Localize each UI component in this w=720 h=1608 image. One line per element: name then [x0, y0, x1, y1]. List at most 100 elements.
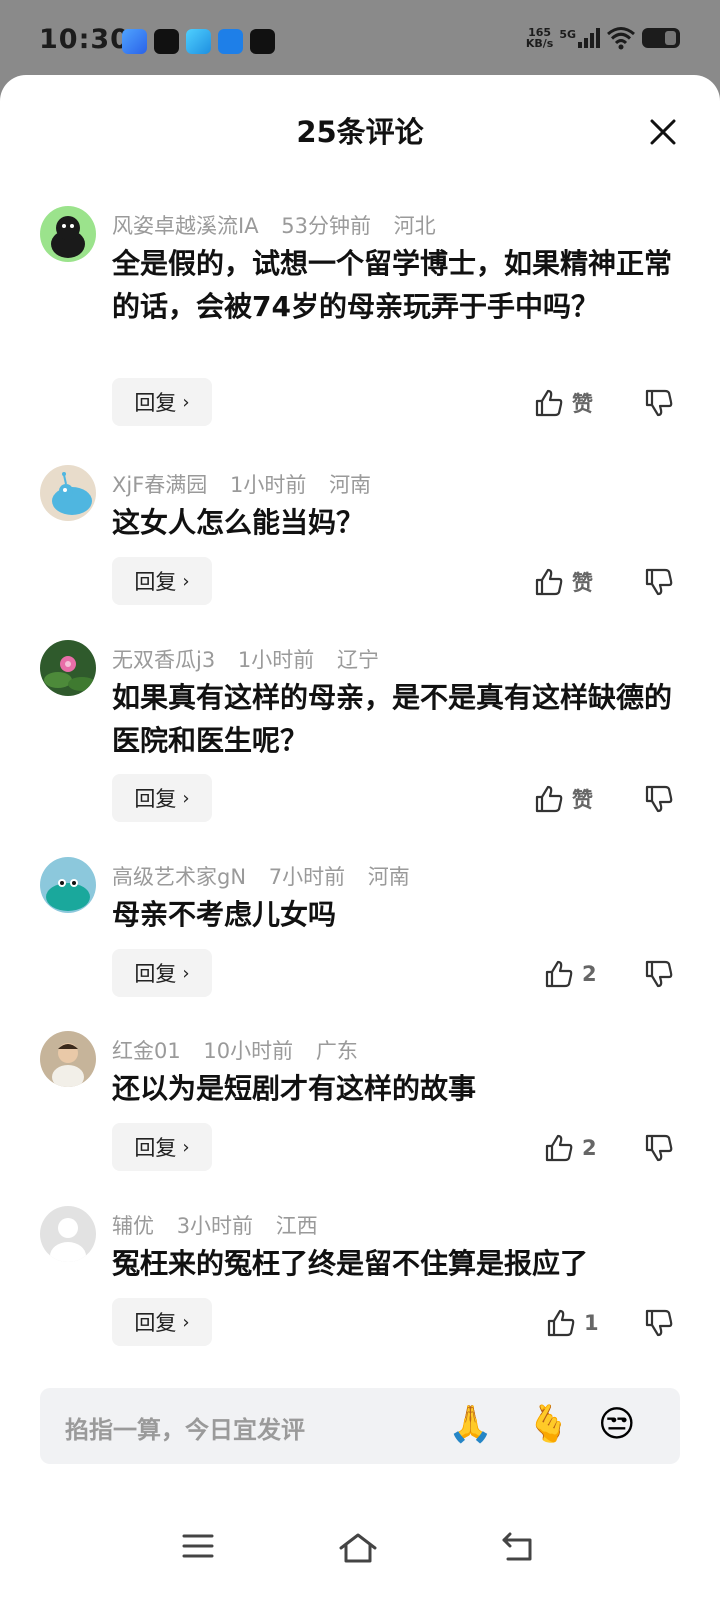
pray-emoji-button[interactable]: 🙏 — [448, 1405, 493, 1445]
avatar[interactable] — [40, 857, 96, 913]
comment-meta: 无双香瓜j3 1小时前 辽宁 — [112, 644, 395, 674]
thumbs-down-icon[interactable] — [644, 1133, 674, 1163]
comment-location: 河南 — [329, 473, 372, 497]
reply-button[interactable]: 回复 › — [112, 949, 212, 997]
menu-icon[interactable] — [182, 1532, 214, 1560]
comment-time: 7小时前 — [268, 865, 346, 889]
comment-location: 河南 — [367, 865, 410, 889]
like-count: 1 — [584, 1311, 599, 1335]
comment-location: 广东 — [315, 1039, 358, 1063]
comment-sheet: 25条评论 风姿卓越溪流IA 53分钟前 河北 全是假的，试想一个留学博士，如果… — [0, 75, 720, 1608]
comment-time: 10小时前 — [203, 1039, 294, 1063]
thumbs-down-icon[interactable] — [644, 784, 674, 814]
comment-item: XjF春满园 1小时前 河南 这女人怎么能当妈？ 回复 › 赞 — [0, 465, 720, 605]
like-count: 2 — [582, 962, 597, 986]
heart-hand-emoji-button[interactable]: 🫰 — [526, 1405, 571, 1445]
telegram-icon — [186, 29, 211, 54]
comment-meta: 风姿卓越溪流IA 53分钟前 河北 — [112, 210, 452, 240]
comment-username[interactable]: 红金01 — [112, 1039, 181, 1063]
like-button[interactable]: 1 — [546, 1308, 599, 1338]
chevron-right-icon: › — [182, 962, 190, 984]
comment-text: 母亲不考虑儿女吗 — [112, 898, 337, 931]
thumbs-down-icon[interactable] — [644, 388, 674, 418]
like-count: 赞 — [572, 392, 593, 416]
home-icon[interactable] — [338, 1532, 378, 1564]
comment-item: 高级艺术家gN 7小时前 河南 母亲不考虑儿女吗 回复 › 2 — [0, 857, 720, 997]
close-icon[interactable] — [646, 115, 680, 149]
avatar[interactable] — [40, 465, 96, 521]
reply-button[interactable]: 回复 › — [112, 378, 212, 426]
back-icon[interactable] — [500, 1532, 534, 1562]
like-button[interactable]: 赞 — [534, 784, 593, 814]
avatar[interactable] — [40, 1031, 96, 1087]
comment-location: 江西 — [275, 1214, 318, 1238]
reply-button[interactable]: 回复 › — [112, 1123, 212, 1171]
like-count: 赞 — [572, 571, 593, 595]
like-button[interactable]: 赞 — [534, 567, 593, 597]
comment-item: 无双香瓜j3 1小时前 辽宁 如果真有这样的母亲，是不是真有这样缺德的医院和医生… — [0, 640, 720, 822]
thumbs-down-icon[interactable] — [644, 1308, 674, 1338]
wifi-icon — [607, 27, 635, 50]
comment-username[interactable]: 高级艺术家gN — [112, 865, 246, 889]
chevron-right-icon: › — [182, 391, 190, 413]
comment-time: 3小时前 — [176, 1214, 254, 1238]
comment-text: 全是假的，试想一个留学博士，如果精神正常的话，会被74岁的母亲玩弄于手中吗？ — [112, 247, 673, 323]
comment-meta: 红金01 10小时前 广东 — [112, 1035, 374, 1065]
status-indicators: 165 KB/s 5G — [526, 26, 680, 50]
comment-location: 辽宁 — [336, 648, 379, 672]
status-bar: 10:30 165 KB/s 5G — [0, 0, 720, 80]
comment-meta: 高级艺术家gN 7小时前 河南 — [112, 861, 426, 891]
avatar[interactable] — [40, 1206, 96, 1262]
reply-button[interactable]: 回复 › — [112, 557, 212, 605]
chevron-right-icon: › — [182, 570, 190, 592]
comment-time: 53分钟前 — [281, 214, 371, 238]
unamused-emoji-button[interactable]: 😒 — [598, 1405, 636, 1445]
thumbs-down-icon[interactable] — [644, 567, 674, 597]
like-count: 2 — [582, 1136, 597, 1160]
comment-meta: 辅优 3小时前 江西 — [112, 1210, 334, 1240]
comment-count-title: 25条评论 — [296, 115, 424, 149]
thumbs-up-icon — [535, 785, 563, 813]
comment-input-placeholder: 掐指一算，今日宜发评 — [65, 1416, 305, 1444]
signal-icon: 5G — [559, 28, 600, 48]
like-button[interactable]: 2 — [544, 1133, 597, 1163]
thumbs-up-icon — [535, 568, 563, 596]
comment-username[interactable]: XjF春满园 — [112, 473, 207, 497]
comment-meta: XjF春满园 1小时前 河南 — [112, 469, 387, 499]
comment-item: 红金01 10小时前 广东 还以为是短剧才有这样的故事 回复 › 2 — [0, 1031, 720, 1171]
thumbs-up-icon — [547, 1309, 575, 1337]
comment-item: 风姿卓越溪流IA 53分钟前 河北 全是假的，试想一个留学博士，如果精神正常的话… — [0, 206, 720, 426]
chevron-right-icon: › — [182, 787, 190, 809]
avatar[interactable] — [40, 206, 96, 262]
like-button[interactable]: 赞 — [534, 388, 593, 418]
reply-button[interactable]: 回复 › — [112, 1298, 212, 1346]
comment-text: 还以为是短剧才有这样的故事 — [112, 1072, 477, 1105]
chevron-right-icon: › — [182, 1136, 190, 1158]
avatar[interactable] — [40, 640, 96, 696]
thumbs-down-icon[interactable] — [644, 959, 674, 989]
thumbs-up-icon — [535, 389, 563, 417]
comment-username[interactable]: 辅优 — [112, 1214, 154, 1238]
comment-username[interactable]: 无双香瓜j3 — [112, 648, 215, 672]
comment-time: 1小时前 — [230, 473, 307, 497]
comment-text: 这女人怎么能当妈？ — [112, 506, 365, 539]
network-speed: 165 KB/s — [525, 26, 554, 50]
app-icon — [218, 29, 243, 54]
tiktok-icon — [154, 29, 179, 54]
browser-icon — [122, 29, 147, 54]
chevron-right-icon: › — [182, 1311, 190, 1333]
thumbs-up-icon — [545, 960, 573, 988]
battery-icon — [642, 28, 680, 48]
reply-button[interactable]: 回复 › — [112, 774, 212, 822]
comment-location: 河北 — [393, 214, 436, 238]
comment-item: 辅优 3小时前 江西 冤枉来的冤枉了终是留不住算是报应了 回复 › 1 — [0, 1206, 720, 1346]
comment-text: 冤枉来的冤枉了终是留不住算是报应了 — [112, 1247, 589, 1280]
comment-time: 1小时前 — [237, 648, 315, 672]
status-time: 10:30 — [39, 24, 130, 55]
comment-input[interactable]: 掐指一算，今日宜发评 🙏 🫰 😒 — [40, 1388, 680, 1464]
system-nav-bar — [0, 1507, 720, 1603]
comment-text: 如果真有这样的母亲，是不是真有这样缺德的医院和医生呢？ — [112, 681, 673, 757]
like-count: 赞 — [572, 788, 593, 812]
like-button[interactable]: 2 — [544, 959, 597, 989]
comment-username[interactable]: 风姿卓越溪流IA — [112, 214, 259, 238]
